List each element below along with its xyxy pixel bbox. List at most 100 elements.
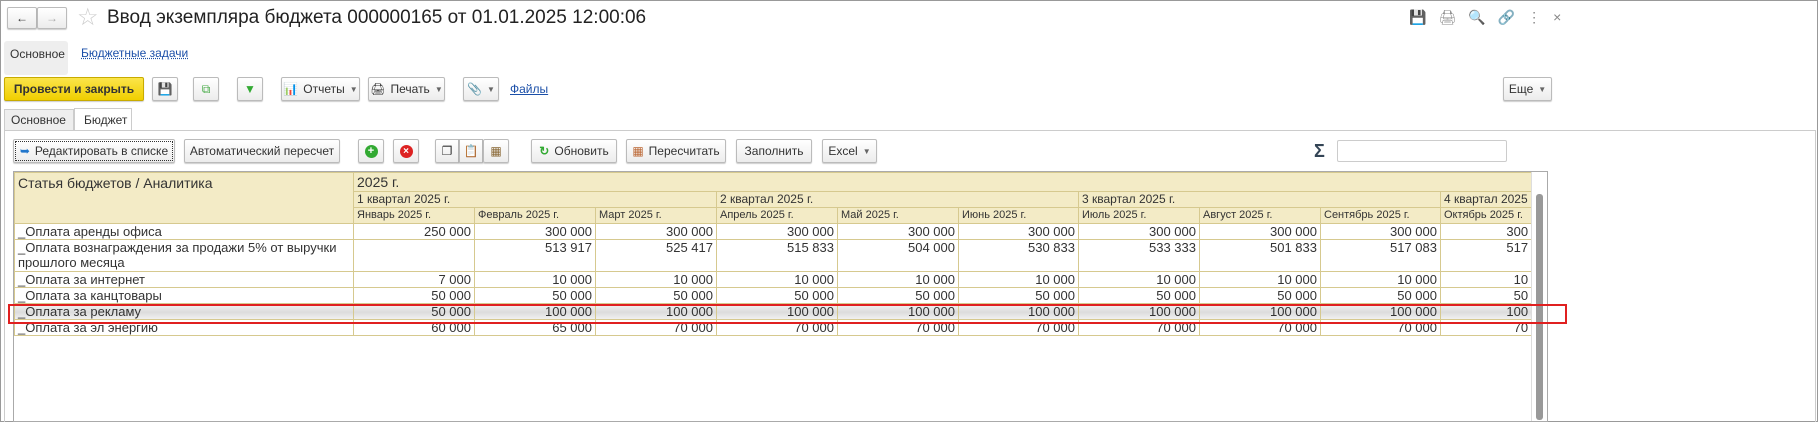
- close-icon[interactable]: ×: [1553, 9, 1561, 26]
- print-icon[interactable]: 🖨: [1438, 9, 1456, 26]
- copy-document-button[interactable]: ⧉: [193, 77, 219, 101]
- add-row-button[interactable]: +: [358, 139, 384, 163]
- header-month: Июнь 2025 г.: [958, 207, 1079, 224]
- table-row[interactable]: _Оплата вознаграждения за продажи 5% от …: [14, 239, 1533, 272]
- tab-budget[interactable]: Бюджет: [74, 108, 132, 131]
- sum-field[interactable]: [1337, 140, 1507, 162]
- amount-cell[interactable]: 50 000: [1199, 287, 1321, 304]
- amount-cell[interactable]: 300 000: [958, 223, 1079, 240]
- budget-item-name[interactable]: _Оплата вознаграждения за продажи 5% от …: [14, 239, 354, 272]
- window-title: Ввод экземпляра бюджета 000000165 от 01.…: [107, 7, 647, 28]
- amount-cell[interactable]: 10: [1439, 271, 1533, 288]
- vertical-scrollbar[interactable]: [1531, 172, 1547, 421]
- amount-cell[interactable]: 50 000: [474, 287, 596, 304]
- header-quarter: 2 квартал 2025 г.: [716, 191, 1079, 208]
- link-icon[interactable]: 🔗: [1498, 9, 1515, 26]
- back-button[interactable]: ←: [7, 7, 37, 29]
- amount-cell[interactable]: 515 833: [716, 239, 838, 272]
- amount-cell[interactable]: 7 000: [353, 271, 475, 288]
- fill-button[interactable]: Заполнить: [736, 139, 812, 163]
- amount-cell[interactable]: 530 833: [958, 239, 1079, 272]
- table-row[interactable]: _Оплата за канцтовары 50 000 50 000 50 000 5…: [14, 287, 1533, 304]
- more-vertical-icon[interactable]: ⋮: [1527, 9, 1541, 26]
- copy-icon: ⧉: [201, 81, 211, 96]
- refresh-icon: ↻: [539, 144, 550, 158]
- nav-item-budget-tasks[interactable]: Бюджетные задачи: [81, 46, 188, 60]
- amount-cell[interactable]: 300 000: [716, 223, 838, 240]
- amount-cell[interactable]: 300: [1439, 223, 1533, 240]
- sum-icon: Σ: [1314, 141, 1325, 161]
- budget-item-name[interactable]: _Оплата за интернет: [14, 271, 354, 288]
- table-settings-button[interactable]: ▦: [483, 139, 509, 163]
- auto-recalc-button[interactable]: Автоматический пересчет: [184, 139, 340, 163]
- amount-cell[interactable]: 10 000: [958, 271, 1079, 288]
- amount-cell[interactable]: 250 000: [353, 223, 475, 240]
- amount-cell[interactable]: 50 000: [837, 287, 959, 304]
- budget-item-name[interactable]: _Оплата за канцтовары: [14, 287, 354, 304]
- amount-cell[interactable]: 517: [1439, 239, 1533, 272]
- print-button[interactable]: 🖨 Печать ▼: [368, 77, 445, 101]
- amount-cell[interactable]: 300 000: [1320, 223, 1441, 240]
- header-month: Май 2025 г.: [837, 207, 959, 224]
- copy-button[interactable]: ❐: [435, 139, 459, 163]
- chevron-down-icon: ▼: [487, 84, 495, 94]
- edit-in-list-button[interactable]: ➥ Редактировать в списке: [13, 139, 175, 163]
- reports-button[interactable]: 📊 Отчеты ▼: [281, 77, 360, 101]
- amount-cell[interactable]: 50 000: [716, 287, 838, 304]
- amount-cell[interactable]: 50: [1439, 287, 1533, 304]
- amount-cell[interactable]: 10 000: [837, 271, 959, 288]
- header-month: Февраль 2025 г.: [474, 207, 596, 224]
- favorite-star-icon[interactable]: ☆: [77, 3, 99, 32]
- attachments-button[interactable]: 📎 ▼: [463, 77, 499, 101]
- amount-cell[interactable]: 10 000: [716, 271, 838, 288]
- amount-cell[interactable]: 50 000: [958, 287, 1079, 304]
- amount-cell[interactable]: 300 000: [837, 223, 959, 240]
- recalculate-button[interactable]: ▦ Пересчитать: [626, 139, 726, 163]
- preview-icon[interactable]: 🔍: [1468, 9, 1485, 26]
- amount-cell[interactable]: 50 000: [1320, 287, 1441, 304]
- nav-item-main[interactable]: Основное: [4, 41, 68, 75]
- header-budget-item[interactable]: Статья бюджетов / Аналитика: [14, 172, 354, 224]
- amount-cell[interactable]: 10 000: [474, 271, 596, 288]
- paste-button[interactable]: 📋: [459, 139, 483, 163]
- amount-cell[interactable]: 10 000: [1320, 271, 1441, 288]
- budget-table: Статья бюджетов / Аналитика 2025 г. 1 кв…: [13, 171, 1548, 422]
- excel-button[interactable]: Excel ▼: [822, 139, 877, 163]
- header-month: Октябрь 2025 г.: [1439, 207, 1533, 224]
- amount-cell[interactable]: 10 000: [595, 271, 717, 288]
- amount-cell[interactable]: 10 000: [1199, 271, 1321, 288]
- post-button[interactable]: ▼: [237, 77, 263, 101]
- save-icon[interactable]: 💾: [1409, 9, 1426, 26]
- tab-main[interactable]: Основное: [4, 109, 74, 130]
- forward-button[interactable]: →: [37, 7, 67, 29]
- amount-cell[interactable]: 300 000: [595, 223, 717, 240]
- amount-cell[interactable]: 533 333: [1078, 239, 1200, 272]
- amount-cell[interactable]: 517 083: [1320, 239, 1441, 272]
- header-quarter: 1 квартал 2025 г.: [353, 191, 717, 208]
- save-button[interactable]: 💾: [152, 77, 178, 101]
- post-icon: ▼: [244, 82, 256, 96]
- paperclip-icon: 📎: [467, 82, 483, 96]
- amount-cell[interactable]: 10 000: [1078, 271, 1200, 288]
- reports-icon: 📊: [283, 82, 299, 96]
- table-row[interactable]: _Оплата аренды офиса 250 000 300 000 300 00…: [14, 223, 1533, 240]
- amount-cell[interactable]: 50 000: [1078, 287, 1200, 304]
- budget-item-name[interactable]: _Оплата аренды офиса: [14, 223, 354, 240]
- delete-row-button[interactable]: ×: [393, 139, 419, 163]
- amount-cell[interactable]: 501 833: [1199, 239, 1321, 272]
- amount-cell[interactable]: 525 417: [595, 239, 717, 272]
- amount-cell[interactable]: 300 000: [474, 223, 596, 240]
- amount-cell[interactable]: 300 000: [1078, 223, 1200, 240]
- amount-cell[interactable]: 50 000: [353, 287, 475, 304]
- amount-cell[interactable]: 50 000: [595, 287, 717, 304]
- files-link[interactable]: Файлы: [510, 82, 548, 96]
- amount-cell[interactable]: 513 917: [474, 239, 596, 272]
- amount-cell[interactable]: 300 000: [1199, 223, 1321, 240]
- table-row[interactable]: _Оплата за интернет 7 000 10 000 10 000 10 0…: [14, 271, 1533, 288]
- more-button[interactable]: Еще ▼: [1503, 77, 1552, 101]
- amount-cell[interactable]: [353, 239, 475, 272]
- post-and-close-button[interactable]: Провести и закрыть: [4, 77, 144, 101]
- amount-cell[interactable]: 504 000: [837, 239, 959, 272]
- refresh-button[interactable]: ↻ Обновить: [531, 139, 617, 163]
- header-year: 2025 г.: [352, 172, 1533, 192]
